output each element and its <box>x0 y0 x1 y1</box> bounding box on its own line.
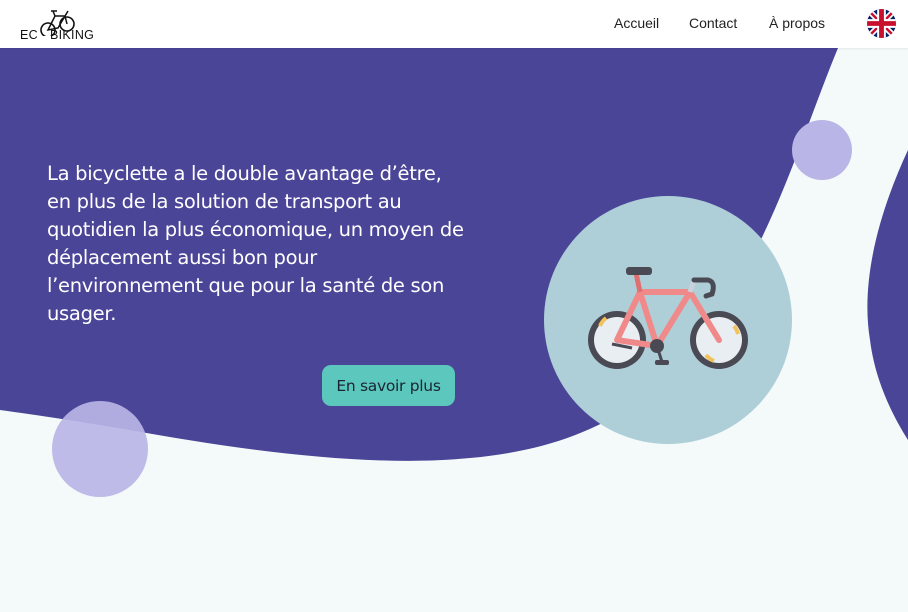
uk-flag-icon[interactable] <box>867 9 896 38</box>
nav-link-a-propos[interactable]: À propos <box>769 15 825 31</box>
ecobiking-logo[interactable]: EC BIKING <box>20 6 102 44</box>
en-savoir-plus-button[interactable]: En savoir plus <box>322 365 455 406</box>
site-header: EC BIKING Accueil Contact À propos <box>0 0 908 48</box>
nav-link-accueil[interactable]: Accueil <box>614 15 659 31</box>
bike-circle <box>544 196 792 444</box>
logo-text-right: BIKING <box>50 28 95 42</box>
logo-text-left: EC <box>20 28 38 42</box>
hero-description: La bicyclette a le double avantage d’êtr… <box>47 162 464 325</box>
logo-text: EC BIKING <box>20 28 94 42</box>
decor-circle-bottom <box>52 401 148 497</box>
right-purple-shape <box>867 150 908 440</box>
nav-link-contact[interactable]: Contact <box>689 15 737 31</box>
decor-circle-top <box>792 120 852 180</box>
